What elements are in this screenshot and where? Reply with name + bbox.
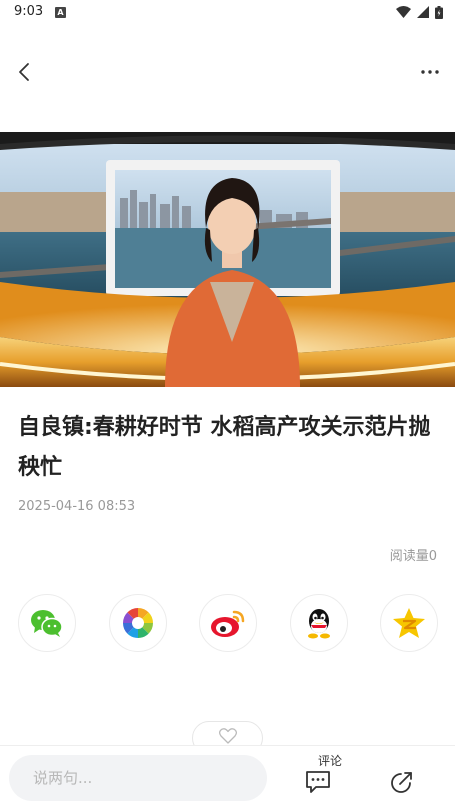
chevron-left-icon: [19, 63, 29, 81]
share-wechat-button[interactable]: [18, 594, 76, 652]
wifi-icon: [396, 6, 411, 18]
share-moments-button[interactable]: [108, 594, 167, 652]
share-weibo-button[interactable]: [199, 594, 257, 652]
video-player[interactable]: [0, 132, 455, 387]
qzone-icon: [393, 608, 425, 638]
top-nav: [0, 50, 455, 94]
battery-icon: [435, 5, 443, 19]
comment-input[interactable]: [9, 755, 267, 801]
status-icons: [396, 5, 443, 19]
more-horizontal-icon: [421, 70, 439, 74]
back-button[interactable]: [10, 58, 38, 86]
read-count: 阅读量0: [389, 549, 437, 564]
video-thumbnail: [0, 132, 455, 387]
qq-icon: [307, 609, 330, 639]
notification-badge-icon: A: [55, 7, 66, 18]
moments-icon: [122, 608, 153, 638]
share-row: [18, 594, 438, 652]
more-options-button[interactable]: [415, 58, 445, 86]
share-icon: [391, 772, 412, 793]
comment-icon: [306, 771, 330, 793]
comment-button[interactable]: [300, 764, 336, 800]
bottom-bar: 评论: [0, 745, 455, 808]
wechat-icon: [31, 610, 63, 637]
article-date: 2025-04-16 08:53: [18, 499, 136, 514]
share-button[interactable]: [384, 764, 420, 800]
signal-icon: [417, 6, 429, 18]
status-bar: 9:03 A: [0, 0, 455, 26]
weibo-icon: [211, 610, 245, 637]
share-qq-button[interactable]: [289, 594, 348, 652]
article-title: 自良镇:春耕好时节 水稻高产攻关示范片抛秧忙: [18, 415, 431, 480]
share-qzone-button[interactable]: [380, 594, 438, 652]
status-time: 9:03: [14, 4, 44, 19]
heart-icon: [218, 728, 237, 744]
